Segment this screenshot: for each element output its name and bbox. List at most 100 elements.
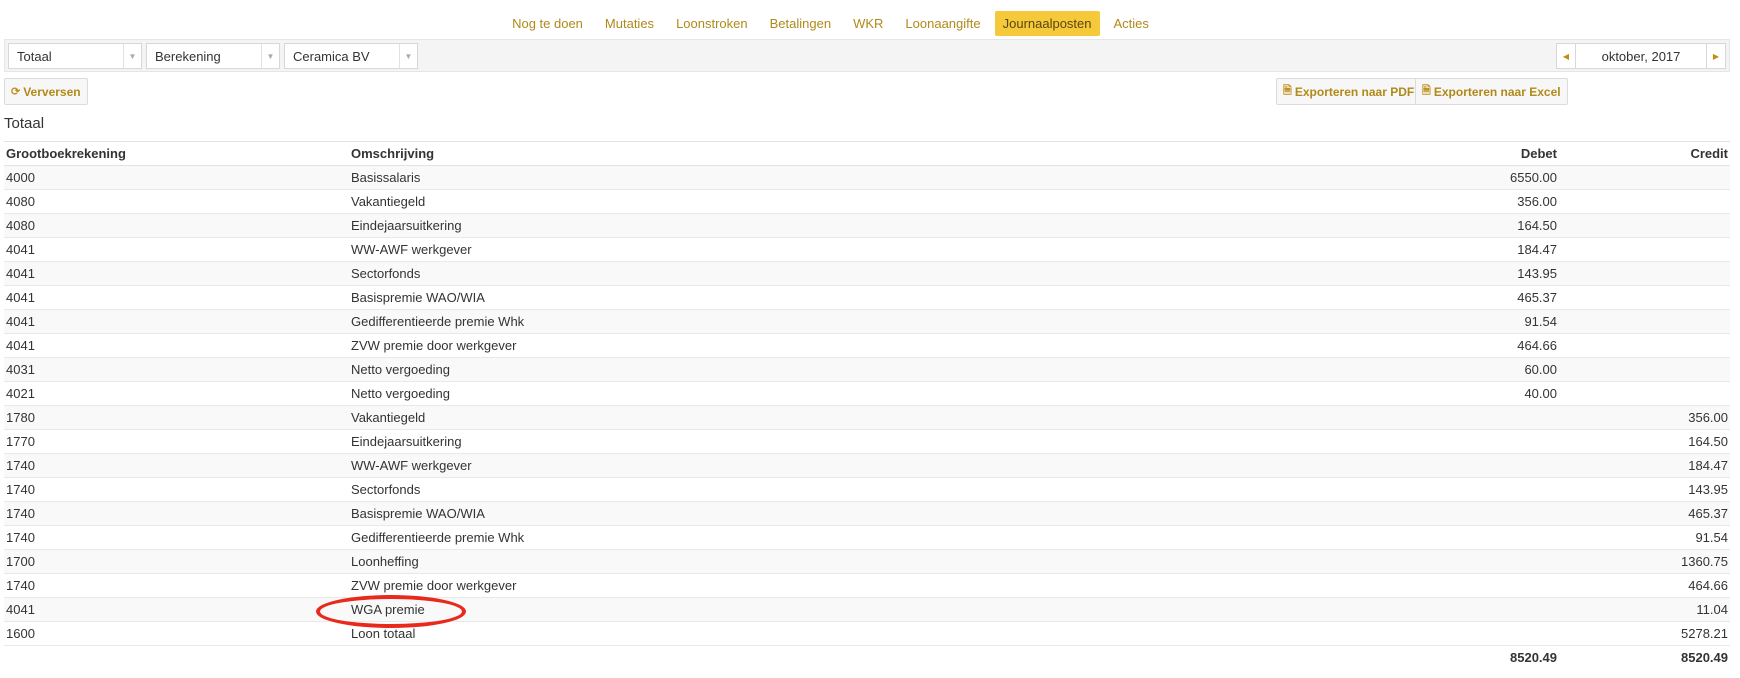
table-row: 1740 ZVW premie door werkgever 464.66 — [4, 573, 1730, 598]
debit-cell: 60.00 — [1349, 357, 1559, 382]
section-title: Totaal — [4, 115, 45, 132]
export-pdf-button[interactable]: 🗎 Exporteren naar PDF — [1276, 78, 1422, 105]
table-row: 1740 Gedifferentieerde premie Whk 91.54 — [4, 525, 1730, 550]
table-row: 4041 WW-AWF werkgever 184.47 — [4, 237, 1730, 262]
debit-cell — [1349, 525, 1559, 550]
account-cell: 4021 — [4, 381, 349, 406]
description-cell: Eindejaarsuitkering — [349, 429, 1349, 454]
debit-cell: 164.50 — [1349, 213, 1559, 238]
table-row: 4041 ZVW premie door werkgever 464.66 — [4, 333, 1730, 358]
account-cell: 1740 — [4, 453, 349, 478]
debit-cell: 143.95 — [1349, 261, 1559, 286]
chevron-down-icon[interactable]: ▼ — [399, 44, 417, 68]
next-period-icon[interactable]: ▶ — [1706, 43, 1726, 69]
tab-loonaangifte[interactable]: Loonaangifte — [897, 11, 988, 36]
description-cell: Sectorfonds — [349, 477, 1349, 502]
account-cell: 1600 — [4, 621, 349, 646]
table-row: 1780 Vakantiegeld 356.00 — [4, 405, 1730, 430]
description-cell: Basissalaris — [349, 165, 1349, 190]
mode-select-value: Berekening — [155, 49, 221, 64]
file-excel-icon: 🗎 — [1422, 85, 1431, 97]
prev-period-icon[interactable]: ◀ — [1556, 43, 1576, 69]
header-account[interactable]: Grootboekrekening — [4, 141, 349, 166]
table-row: 4041 Sectorfonds 143.95 — [4, 261, 1730, 286]
account-cell: 4080 — [4, 189, 349, 214]
table-row: 1740 Basispremie WAO/WIA 465.37 — [4, 501, 1730, 526]
description-cell: ZVW premie door werkgever — [349, 333, 1349, 358]
description-cell: WW-AWF werkgever — [349, 237, 1349, 262]
refresh-button[interactable]: ⟳ Verversen — [4, 78, 88, 105]
credit-cell — [1559, 261, 1730, 286]
description-cell: Gedifferentieerde premie Whk — [349, 525, 1349, 550]
description-cell: Loon totaal — [349, 621, 1349, 646]
account-cell: 4080 — [4, 213, 349, 238]
account-cell: 4041 — [4, 597, 349, 622]
tab-wkr[interactable]: WKR — [845, 11, 891, 36]
description-cell: Gedifferentieerde premie Whk — [349, 309, 1349, 334]
debit-cell — [1349, 429, 1559, 454]
credit-cell — [1559, 165, 1730, 190]
tab-mutaties[interactable]: Mutaties — [597, 11, 662, 36]
tab-journaalposten[interactable]: Journaalposten — [994, 10, 1100, 36]
description-cell: Loonheffing — [349, 549, 1349, 574]
main-nav: Nog te doen Mutaties Loonstroken Betalingen… — [0, 9, 1740, 37]
tab-betalingen[interactable]: Betalingen — [762, 11, 839, 36]
debit-cell — [1349, 501, 1559, 526]
header-description[interactable]: Omschrijving — [349, 141, 1349, 166]
company-select[interactable]: Ceramica BV ▼ — [284, 43, 418, 69]
description-cell: Vakantiegeld — [349, 405, 1349, 430]
type-select-value: Totaal — [17, 49, 52, 64]
description-cell: WW-AWF werkgever — [349, 453, 1349, 478]
chevron-down-icon[interactable]: ▼ — [261, 44, 279, 68]
period-value[interactable]: oktober, 2017 — [1576, 43, 1706, 69]
description-cell: Eindejaarsuitkering — [349, 213, 1349, 238]
table-row: 1600 Loon totaal 5278.21 — [4, 621, 1730, 646]
chevron-down-icon[interactable]: ▼ — [123, 44, 141, 68]
table-row: 4080 Vakantiegeld 356.00 — [4, 189, 1730, 214]
debit-cell: 184.47 — [1349, 237, 1559, 262]
debit-cell — [1349, 405, 1559, 430]
table-row: 4080 Eindejaarsuitkering 164.50 — [4, 213, 1730, 238]
tab-acties[interactable]: Acties — [1106, 11, 1157, 36]
account-cell: 1700 — [4, 549, 349, 574]
account-cell: 1740 — [4, 477, 349, 502]
account-cell: 1740 — [4, 501, 349, 526]
credit-cell — [1559, 213, 1730, 238]
account-cell: 4041 — [4, 237, 349, 262]
debit-cell — [1349, 573, 1559, 598]
tab-loonstroken[interactable]: Loonstroken — [668, 11, 756, 36]
credit-cell — [1559, 285, 1730, 310]
totals-row: 8520.49 8520.49 — [4, 645, 1730, 670]
credit-cell — [1559, 333, 1730, 358]
header-debit[interactable]: Debet — [1349, 141, 1559, 166]
file-pdf-icon: 🗎 — [1283, 85, 1292, 97]
export-excel-label: Exporteren naar Excel — [1433, 84, 1561, 99]
export-excel-button[interactable]: 🗎 Exporteren naar Excel — [1415, 78, 1568, 105]
credit-cell: 1360.75 — [1559, 549, 1730, 574]
account-cell: 4041 — [4, 309, 349, 334]
credit-cell: 143.95 — [1559, 477, 1730, 502]
totals-spacer — [349, 645, 1349, 670]
account-cell: 4000 — [4, 165, 349, 190]
table-row: 4041 Gedifferentieerde premie Whk 91.54 — [4, 309, 1730, 334]
debit-cell: 356.00 — [1349, 189, 1559, 214]
period-picker: ◀ oktober, 2017 ▶ — [1556, 43, 1726, 69]
type-select[interactable]: Totaal ▼ — [8, 43, 142, 69]
credit-cell — [1559, 381, 1730, 406]
tab-nog-te-doen[interactable]: Nog te doen — [504, 11, 591, 36]
debit-cell — [1349, 453, 1559, 478]
debit-cell: 40.00 — [1349, 381, 1559, 406]
header-credit[interactable]: Credit — [1559, 141, 1730, 166]
debit-cell: 465.37 — [1349, 285, 1559, 310]
filter-bar: Totaal ▼ Berekening ▼ Ceramica BV ▼ ◀ ok… — [4, 39, 1730, 72]
table-row: 4041 Basispremie WAO/WIA 465.37 — [4, 285, 1730, 310]
account-cell: 4031 — [4, 357, 349, 382]
table-row: 1700 Loonheffing 1360.75 — [4, 549, 1730, 574]
table-row: 4021 Netto vergoeding 40.00 — [4, 381, 1730, 406]
debit-cell: 91.54 — [1349, 309, 1559, 334]
table-row: 4041 WGA premie 11.04 — [4, 597, 1730, 622]
account-cell: 4041 — [4, 261, 349, 286]
mode-select[interactable]: Berekening ▼ — [146, 43, 280, 69]
table-row: 1740 Sectorfonds 143.95 — [4, 477, 1730, 502]
description-cell: Netto vergoeding — [349, 381, 1349, 406]
